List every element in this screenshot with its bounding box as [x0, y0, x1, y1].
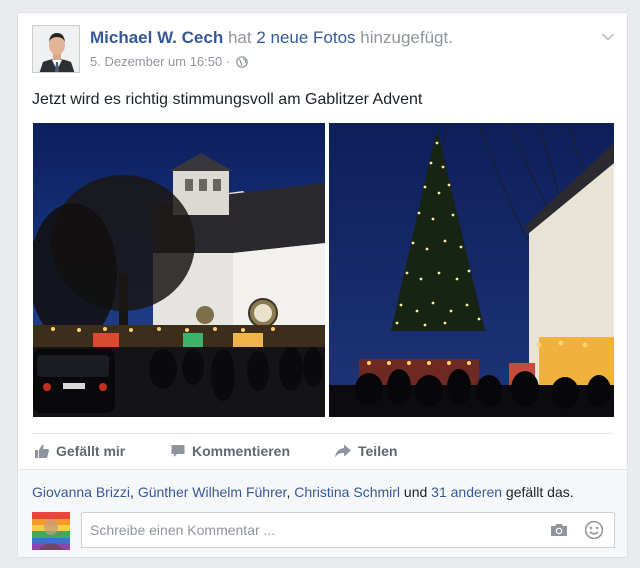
liker-link[interactable]: Günther Wilhelm Führer: [138, 484, 287, 500]
commenter-avatar[interactable]: [32, 512, 70, 550]
liker-link[interactable]: Giovanna Brizzi: [32, 484, 130, 500]
globe-icon[interactable]: [236, 56, 248, 71]
action-prefix: hat: [227, 28, 252, 47]
post-timestamp[interactable]: 5. Dezember um 16:50: [90, 54, 222, 69]
camera-icon[interactable]: [550, 522, 568, 543]
likes-summary: Giovanna Brizzi, Günther Wilhelm Führer,…: [32, 484, 574, 500]
comment-label: Kommentieren: [192, 443, 291, 459]
photo-christmas-tree[interactable]: [329, 123, 614, 417]
share-button[interactable]: Teilen: [334, 443, 397, 459]
chevron-down-icon[interactable]: [601, 29, 615, 41]
likes-separator: ,: [286, 484, 291, 500]
share-arrow-icon: [335, 444, 351, 458]
comment-input-box: [81, 512, 615, 548]
post-footer: Giovanna Brizzi, Günther Wilhelm Führer,…: [18, 469, 627, 557]
action-suffix: hinzugefügt.: [360, 28, 453, 47]
liker-link[interactable]: Christina Schmirl: [294, 484, 400, 500]
others-link[interactable]: 31 anderen: [431, 484, 502, 500]
post-card: Michael W. Cech hat 2 neue Fotos hinzuge…: [17, 12, 628, 558]
post-header: Michael W. Cech hat 2 neue Fotos hinzuge…: [90, 28, 453, 48]
author-name[interactable]: Michael W. Cech: [90, 28, 223, 47]
like-label: Gefällt mir: [56, 443, 126, 459]
post-meta: 5. Dezember um 16:50 ·: [90, 54, 248, 71]
comment-icon: [171, 445, 185, 457]
thumbs-up-icon: [35, 444, 49, 458]
emoji-icon[interactable]: [584, 520, 604, 545]
photo-church[interactable]: [33, 123, 325, 417]
like-button[interactable]: Gefällt mir: [34, 443, 125, 459]
author-avatar[interactable]: [32, 25, 80, 73]
comment-button[interactable]: Kommentieren: [170, 443, 290, 459]
share-label: Teilen: [358, 443, 398, 459]
likes-separator: ,: [130, 484, 134, 500]
comment-input[interactable]: [90, 521, 530, 539]
action-bar: Gefällt mir Kommentieren Teilen: [32, 433, 613, 470]
photos-link[interactable]: 2 neue Fotos: [256, 28, 355, 47]
meta-separator: ·: [225, 54, 231, 69]
post-text: Jetzt wird es richtig stimmungsvoll am G…: [32, 91, 423, 108]
likes-suffix: gefällt das.: [505, 484, 574, 500]
likes-and: und: [403, 484, 428, 500]
